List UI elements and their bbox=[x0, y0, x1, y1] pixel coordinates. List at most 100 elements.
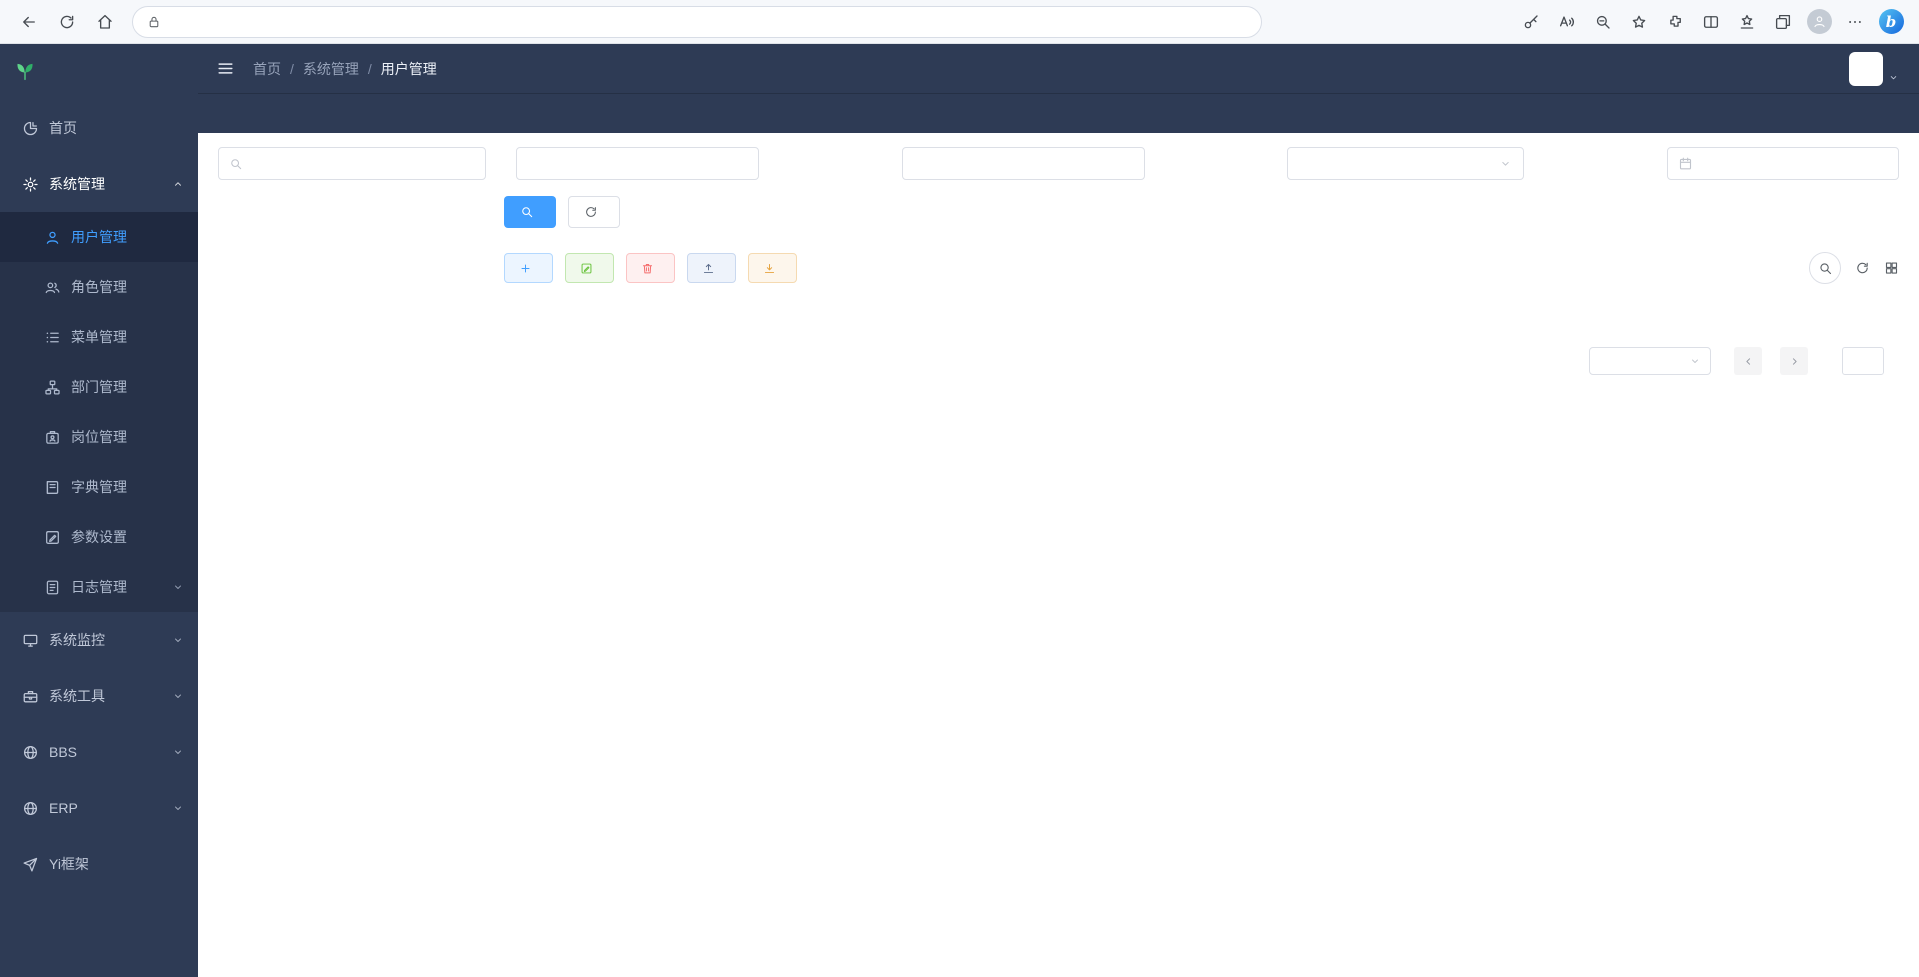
log-icon bbox=[44, 579, 61, 596]
browser-toolbar: b bbox=[1515, 6, 1907, 38]
badge-icon bbox=[44, 429, 61, 446]
toggle-search-button[interactable] bbox=[1809, 252, 1841, 284]
address-bar[interactable] bbox=[132, 6, 1262, 38]
column-settings-button[interactable] bbox=[1884, 261, 1899, 276]
delete-button[interactable] bbox=[626, 253, 675, 283]
users-icon bbox=[44, 279, 61, 296]
plane-icon bbox=[22, 856, 39, 873]
sidebar-menu: 首页 系统管理 用户管理 角色管理 菜单管理 部门管理 岗位管理 字典管理 bbox=[0, 100, 198, 977]
gear-icon bbox=[22, 176, 39, 193]
search-icon bbox=[229, 157, 243, 171]
refresh-button[interactable] bbox=[50, 5, 84, 39]
chevron-down-icon bbox=[172, 802, 184, 814]
dept-search-input[interactable] bbox=[250, 156, 475, 171]
chevron-up-icon bbox=[172, 178, 184, 190]
user-avatar[interactable] bbox=[1849, 52, 1899, 86]
sidebar-item-user[interactable]: 用户管理 bbox=[0, 212, 198, 262]
filter-form bbox=[504, 147, 1899, 180]
sidebar: 首页 系统管理 用户管理 角色管理 菜单管理 部门管理 岗位管理 字典管理 bbox=[0, 44, 198, 977]
profile-avatar-icon[interactable] bbox=[1803, 6, 1835, 38]
breadcrumb-item[interactable]: 用户管理 bbox=[381, 59, 437, 79]
favorite-star-icon[interactable] bbox=[1623, 6, 1655, 38]
split-screen-icon[interactable] bbox=[1695, 6, 1727, 38]
refresh-icon bbox=[584, 205, 598, 219]
trash-icon bbox=[641, 262, 654, 275]
export-button[interactable] bbox=[748, 253, 797, 283]
app-logo bbox=[0, 44, 198, 100]
sidebar-item-menu[interactable]: 菜单管理 bbox=[0, 312, 198, 362]
edit-button[interactable] bbox=[565, 253, 614, 283]
browser-chrome: b bbox=[0, 0, 1919, 44]
username-input[interactable] bbox=[528, 156, 747, 171]
sidebar-item-log[interactable]: 日志管理 bbox=[0, 562, 198, 612]
date-range-picker[interactable] bbox=[1667, 147, 1899, 180]
import-button[interactable] bbox=[687, 253, 736, 283]
breadcrumb-item[interactable]: 首页 bbox=[253, 59, 281, 79]
sidebar-item-bbs[interactable]: BBS bbox=[0, 724, 198, 780]
collapse-sidebar-button[interactable] bbox=[216, 59, 235, 78]
search-icon bbox=[520, 205, 534, 219]
menu-list-icon bbox=[44, 329, 61, 346]
tabs-bar bbox=[198, 93, 1919, 133]
sidebar-item-system[interactable]: 系统管理 bbox=[0, 156, 198, 212]
sidebar-item-dict[interactable]: 字典管理 bbox=[0, 462, 198, 512]
read-aloud-icon[interactable] bbox=[1551, 6, 1583, 38]
zoom-out-icon[interactable] bbox=[1587, 6, 1619, 38]
sidebar-item-post[interactable]: 岗位管理 bbox=[0, 412, 198, 462]
add-button[interactable] bbox=[504, 253, 553, 283]
phone-input[interactable] bbox=[914, 156, 1133, 171]
breadcrumb-separator: / bbox=[368, 61, 372, 77]
chevron-down-icon bbox=[172, 581, 184, 593]
calendar-icon bbox=[1678, 156, 1693, 171]
more-dots-icon[interactable] bbox=[1839, 6, 1871, 38]
book-icon bbox=[44, 479, 61, 496]
chevron-down-icon bbox=[172, 690, 184, 702]
refresh-table-button[interactable] bbox=[1855, 261, 1870, 276]
sidebar-item-yi[interactable]: Yi框架 bbox=[0, 836, 198, 892]
page-size-select[interactable] bbox=[1589, 347, 1711, 375]
table-toolbar bbox=[504, 252, 1899, 284]
prev-page-button[interactable] bbox=[1734, 347, 1762, 375]
lock-icon bbox=[147, 15, 161, 29]
upload-icon bbox=[702, 262, 715, 275]
next-page-button[interactable] bbox=[1780, 347, 1808, 375]
edit-icon bbox=[580, 262, 593, 275]
user-icon bbox=[44, 229, 61, 246]
key-icon[interactable] bbox=[1515, 6, 1547, 38]
reset-button[interactable] bbox=[568, 196, 620, 228]
breadcrumb: 首页 / 系统管理 / 用户管理 bbox=[253, 59, 437, 79]
sidebar-item-role[interactable]: 角色管理 bbox=[0, 262, 198, 312]
content bbox=[198, 133, 1919, 977]
sidebar-item-home[interactable]: 首页 bbox=[0, 100, 198, 156]
breadcrumb-separator: / bbox=[290, 61, 294, 77]
dashboard-icon bbox=[22, 120, 39, 137]
sidebar-item-param[interactable]: 参数设置 bbox=[0, 512, 198, 562]
goto-page-input[interactable] bbox=[1842, 347, 1884, 375]
sidebar-item-dept[interactable]: 部门管理 bbox=[0, 362, 198, 412]
favorites-bar-icon[interactable] bbox=[1731, 6, 1763, 38]
sidebar-item-tool[interactable]: 系统工具 bbox=[0, 668, 198, 724]
globe-icon bbox=[22, 744, 39, 761]
topbar: 首页 / 系统管理 / 用户管理 bbox=[198, 44, 1919, 93]
chevron-left-icon bbox=[1742, 355, 1755, 368]
extensions-icon[interactable] bbox=[1659, 6, 1691, 38]
search-actions bbox=[504, 196, 1899, 228]
plus-icon bbox=[519, 262, 532, 275]
avatar-logo bbox=[1849, 52, 1883, 86]
browser-nav-buttons bbox=[12, 5, 122, 39]
sidebar-item-monitor[interactable]: 系统监控 bbox=[0, 612, 198, 668]
monitor-icon bbox=[22, 632, 39, 649]
dept-search bbox=[218, 147, 486, 180]
sidebar-item-erp[interactable]: ERP bbox=[0, 780, 198, 836]
chevron-down-icon bbox=[1499, 157, 1512, 170]
copilot-icon[interactable]: b bbox=[1875, 6, 1907, 38]
status-select[interactable] bbox=[1287, 147, 1524, 180]
breadcrumb-item[interactable]: 系统管理 bbox=[303, 59, 359, 79]
collections-icon[interactable] bbox=[1767, 6, 1799, 38]
search-button[interactable] bbox=[504, 196, 556, 228]
home-button[interactable] bbox=[88, 5, 122, 39]
tools-icon bbox=[22, 688, 39, 705]
back-button[interactable] bbox=[12, 5, 46, 39]
avatar-menu-caret-icon bbox=[1888, 72, 1899, 83]
chevron-down-icon bbox=[172, 634, 184, 646]
